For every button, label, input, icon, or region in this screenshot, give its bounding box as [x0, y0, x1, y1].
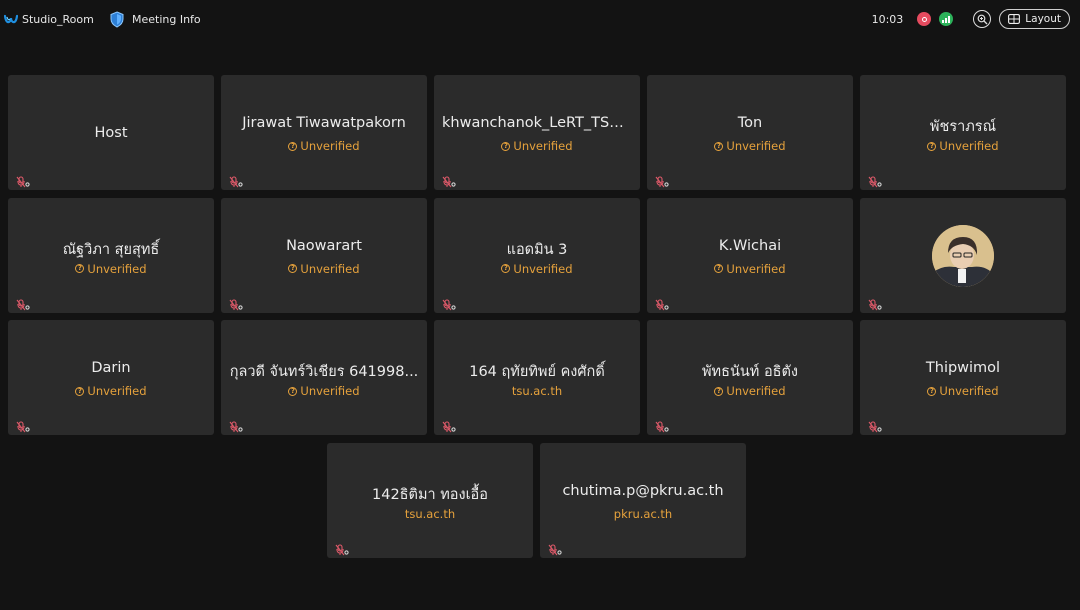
muted-mic-icon	[868, 173, 882, 188]
participant-name: K.Wichai	[718, 237, 782, 254]
participant-tile[interactable]: Naowarart? Unverified	[221, 197, 427, 313]
participant-status-text: Unverified	[300, 139, 360, 153]
question-circle-icon: ?	[288, 141, 298, 151]
muted-mic-icon	[868, 418, 882, 433]
participant-status-text: Unverified	[87, 261, 147, 276]
participant-avatar	[932, 224, 994, 287]
question-circle-icon: ?	[288, 386, 298, 396]
question-circle-icon: ?	[927, 141, 937, 151]
participant-tile[interactable]: Thipwimol? Unverified	[860, 320, 1066, 435]
muted-mic-icon	[229, 173, 243, 188]
participant-tile[interactable]: 164 ฤทัยทิพย์ คงศักดิ์ tsu.ac.th	[434, 320, 640, 435]
question-circle-icon: ?	[75, 386, 85, 396]
muted-mic-icon	[548, 541, 562, 555]
unverified-badge: ? Unverified	[860, 139, 1066, 153]
participant-tile[interactable]: 142ธิติมา ทองเอื้อ tsu.ac.th	[327, 442, 533, 558]
participant-name: khwanchanok_LeRT_TSU SK	[442, 115, 640, 131]
muted-mic-icon	[16, 173, 30, 188]
muted-mic-icon	[655, 418, 669, 433]
participant-status-text: tsu.ac.th	[511, 384, 563, 398]
participant-status-text: Unverified	[726, 139, 786, 153]
unverified-badge: ? Unverified	[8, 384, 214, 398]
participant-name: Thipwimol	[925, 360, 1001, 376]
participant-tile[interactable]: K.Wichai? Unverified	[647, 197, 853, 313]
muted-mic-icon	[229, 418, 243, 433]
muted-mic-icon	[229, 296, 243, 310]
participant-name: พัทธนันท์ อธิตัง	[701, 364, 798, 380]
participant-tile[interactable]: พัชราภรณ์? Unverified	[860, 75, 1066, 190]
participant-tile[interactable]: Host	[8, 75, 214, 190]
participant-tile[interactable]: Darin? Unverified	[8, 320, 214, 435]
muted-mic-icon	[655, 173, 669, 188]
participant-status-text: Unverified	[300, 384, 360, 398]
participant-name: Naowarart	[286, 237, 362, 254]
participant-name: พัชราภรณ์	[929, 119, 997, 135]
participant-name: ณัฐวิภา สุยสุทธิ์	[62, 241, 160, 258]
participant-tile[interactable]: Ton? Unverified	[647, 75, 853, 190]
participant-tile[interactable]	[860, 197, 1066, 313]
unverified-badge: ? Unverified	[221, 384, 427, 398]
participant-name: Darin	[91, 360, 131, 376]
participant-grid: Host Jirawat Tiwawatpakorn? Unverified khwa…	[0, 0, 1080, 610]
question-circle-icon: ?	[288, 264, 298, 273]
participant-domain: tsu.ac.th	[434, 384, 640, 398]
question-circle-icon: ?	[501, 264, 511, 273]
participant-status-text: Unverified	[300, 261, 360, 276]
unverified-badge: ? Unverified	[647, 384, 853, 398]
participant-status-text: Unverified	[513, 139, 573, 153]
participant-name: กุลวดี จันทร์วิเชียร 641998...	[229, 364, 419, 380]
participant-name: Ton	[737, 115, 763, 131]
muted-mic-icon	[16, 296, 30, 310]
unverified-badge: ? Unverified	[860, 384, 1066, 398]
participant-tile[interactable]: Jirawat Tiwawatpakorn? Unverified	[221, 75, 427, 190]
participant-name: Host	[94, 125, 128, 141]
participant-name: chutima.p@pkru.ac.th	[562, 482, 724, 499]
question-circle-icon: ?	[714, 264, 724, 273]
question-circle-icon: ?	[714, 386, 724, 396]
question-circle-icon: ?	[75, 264, 85, 273]
participant-name: แอดมิน 3	[506, 241, 568, 258]
participant-status-text: Unverified	[726, 261, 786, 276]
unverified-badge: ? Unverified	[434, 139, 640, 153]
unverified-badge: ? Unverified	[647, 262, 853, 276]
participant-status-text: Unverified	[726, 384, 786, 398]
question-circle-icon: ?	[501, 141, 511, 151]
unverified-badge: ? Unverified	[8, 262, 214, 276]
participant-name: Jirawat Tiwawatpakorn	[242, 115, 406, 131]
participant-status-text: Unverified	[513, 261, 573, 276]
participant-tile[interactable]: พัทธนันท์ อธิตัง? Unverified	[647, 320, 853, 435]
participant-status-text: Unverified	[939, 384, 999, 398]
unverified-badge: ? Unverified	[221, 139, 427, 153]
participant-status-text: Unverified	[87, 384, 147, 398]
participant-name: 142ธิติมา ทองเอื้อ	[372, 486, 488, 503]
muted-mic-icon	[16, 418, 30, 433]
muted-mic-icon	[655, 296, 669, 310]
participant-status-text: tsu.ac.th	[404, 506, 456, 521]
participant-status-text: Unverified	[939, 139, 999, 153]
participant-domain: pkru.ac.th	[540, 507, 746, 521]
muted-mic-icon	[442, 173, 456, 188]
participant-tile[interactable]: แอดมิน 3? Unverified	[434, 197, 640, 313]
participant-tile[interactable]: กุลวดี จันทร์วิเชียร 641998...? Unverifie…	[221, 320, 427, 435]
participant-domain: tsu.ac.th	[327, 507, 533, 521]
participant-name: 164 ฤทัยทิพย์ คงศักดิ์	[469, 364, 605, 380]
participant-tile[interactable]: khwanchanok_LeRT_TSU SK? Unverified	[434, 75, 640, 190]
unverified-badge: ? Unverified	[434, 262, 640, 276]
unverified-badge: ? Unverified	[647, 139, 853, 153]
unverified-badge: ? Unverified	[221, 262, 427, 276]
participant-tile[interactable]: ณัฐวิภา สุยสุทธิ์? Unverified	[8, 197, 214, 313]
muted-mic-icon	[335, 541, 349, 555]
muted-mic-icon	[868, 296, 882, 310]
question-circle-icon: ?	[927, 386, 937, 396]
muted-mic-icon	[442, 418, 456, 433]
participant-tile[interactable]: chutima.p@pkru.ac.th pkru.ac.th	[540, 442, 746, 558]
muted-mic-icon	[442, 296, 456, 310]
question-circle-icon: ?	[714, 141, 724, 151]
participant-status-text: pkru.ac.th	[613, 506, 673, 521]
